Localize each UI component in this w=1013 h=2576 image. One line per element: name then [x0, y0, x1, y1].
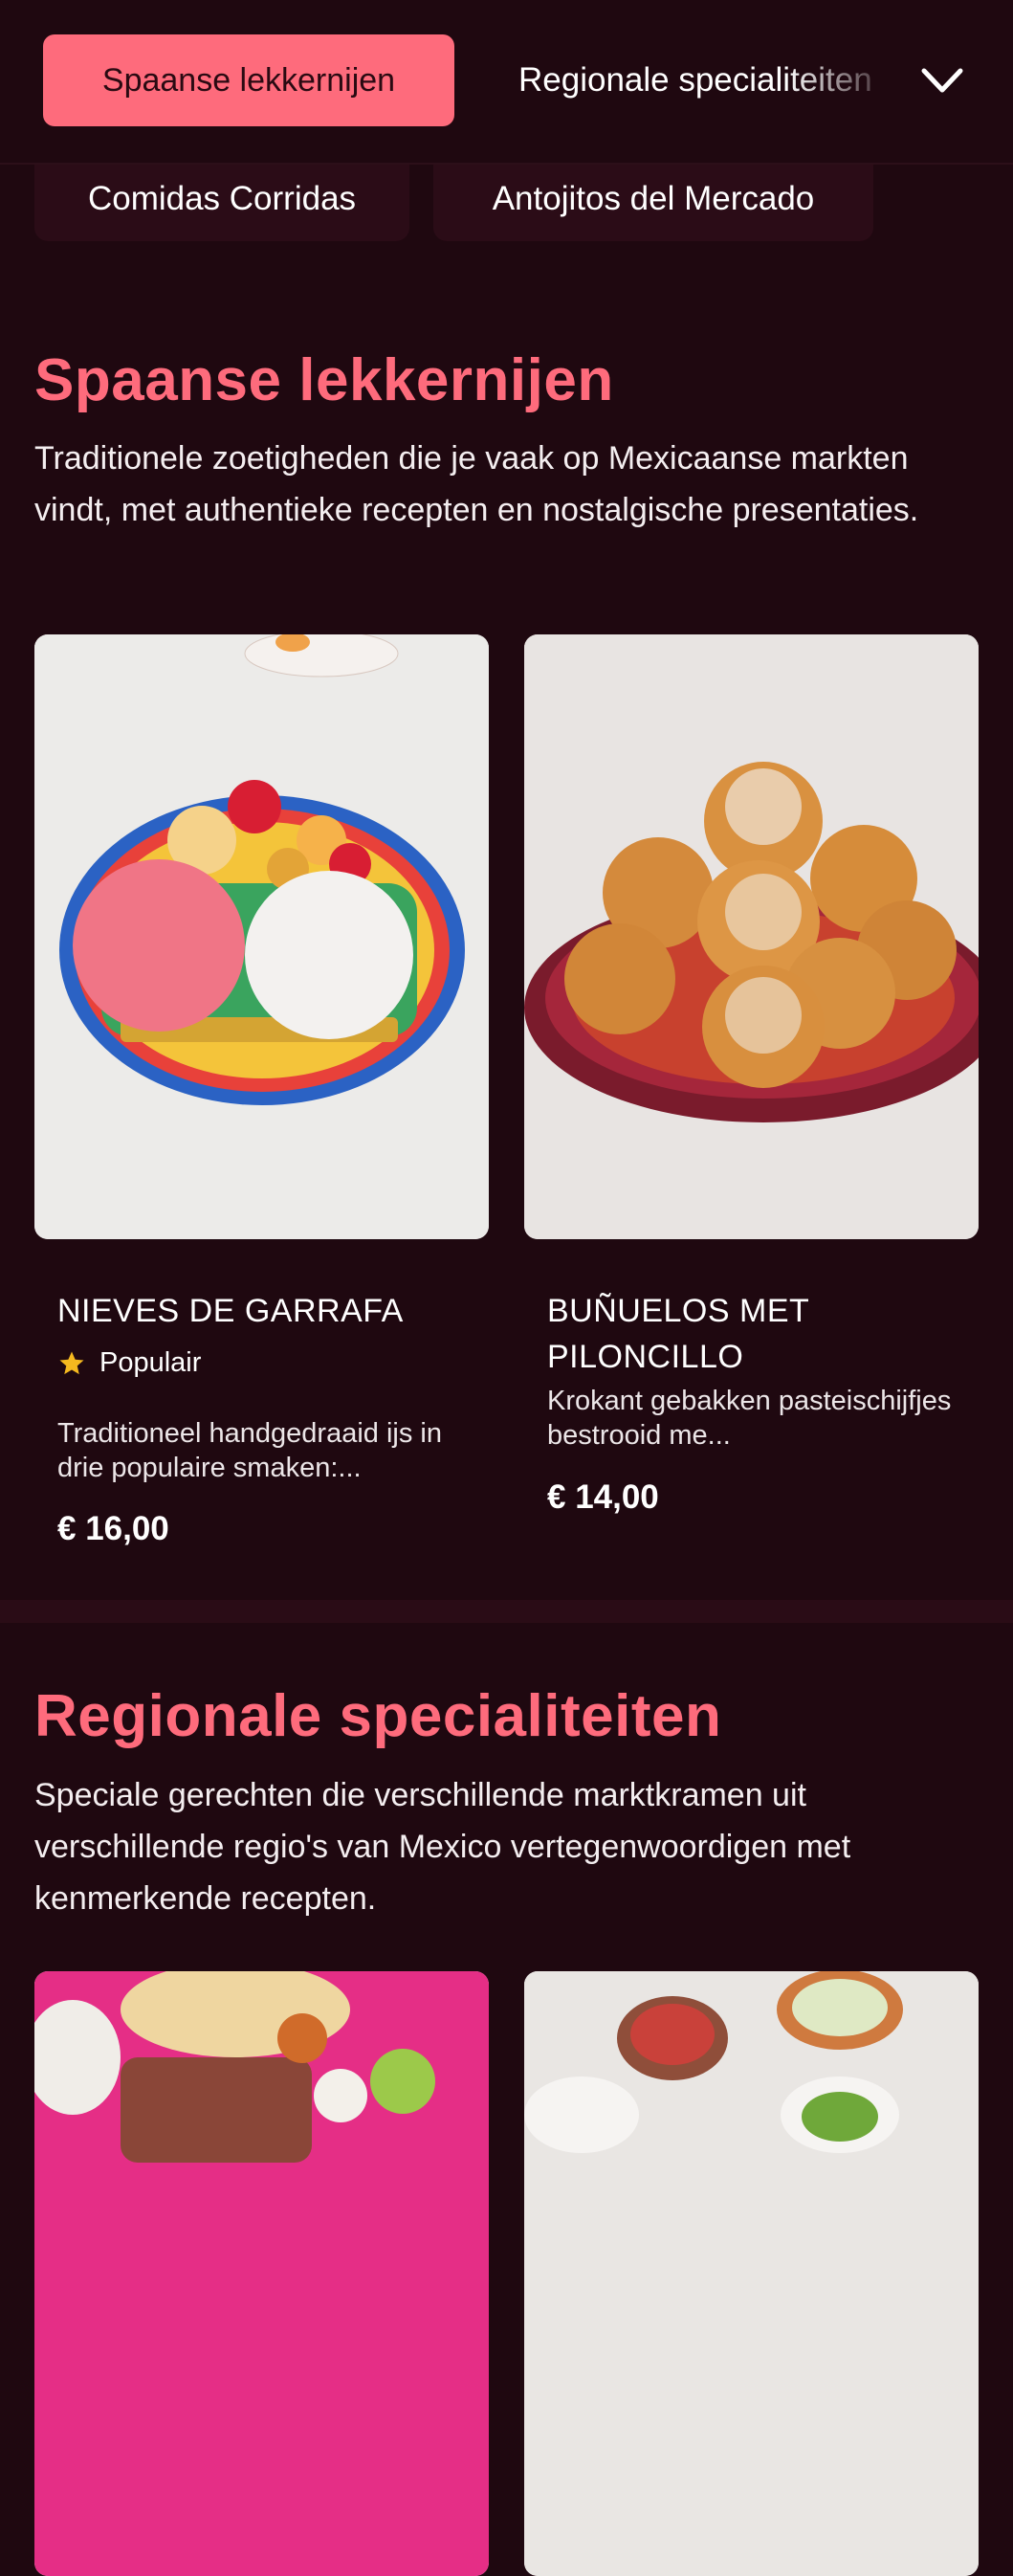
category-nav: Spaanse lekkernijen Regionale specialite…	[0, 0, 1013, 165]
section-description: Traditionele zoetigheden die je vaak op …	[34, 440, 919, 528]
dish-name: NIEVES DE GARRAFA	[57, 1293, 404, 1329]
dish-image[interactable]	[34, 634, 489, 1239]
tab-spaanse-lekkernijen[interactable]: Spaanse lekkernijen	[43, 34, 454, 126]
dish-price: € 14,00	[547, 1478, 659, 1516]
tab-label: Spaanse lekkernijen	[101, 61, 396, 99]
dish-description: Traditioneel handgedraaid ijs in drie po…	[57, 1418, 442, 1483]
dish-description: Krokant gebakken pasteischijfjes bestroo…	[547, 1386, 952, 1451]
popular-badge: Populair	[57, 1347, 201, 1379]
section-title: Regionale specialiteiten	[34, 1683, 722, 1749]
chevron-down-icon[interactable]	[918, 59, 966, 101]
chip-label: Comidas Corridas	[87, 180, 357, 217]
badge-label: Populair	[99, 1347, 202, 1378]
dish-image[interactable]	[34, 1971, 489, 2576]
chip-label: Antojitos del Mercado	[492, 180, 815, 217]
tab-label: Regionale specialiteiten	[518, 61, 872, 99]
dish-image[interactable]	[524, 1971, 979, 2576]
dish-name: BUÑUELOS MET PILONCILLO	[547, 1293, 809, 1375]
dish-price: € 16,00	[57, 1510, 169, 1547]
section-title: Spaanse lekkernijen	[34, 347, 614, 413]
dish-image[interactable]	[524, 634, 979, 1239]
section-description: Speciale gerechten die verschillende mar…	[34, 1777, 851, 1917]
tab-regionale-specialiteiten[interactable]: Regionale specialiteiten	[518, 34, 901, 126]
section-divider	[0, 1600, 1013, 1623]
star-icon	[59, 1351, 84, 1374]
